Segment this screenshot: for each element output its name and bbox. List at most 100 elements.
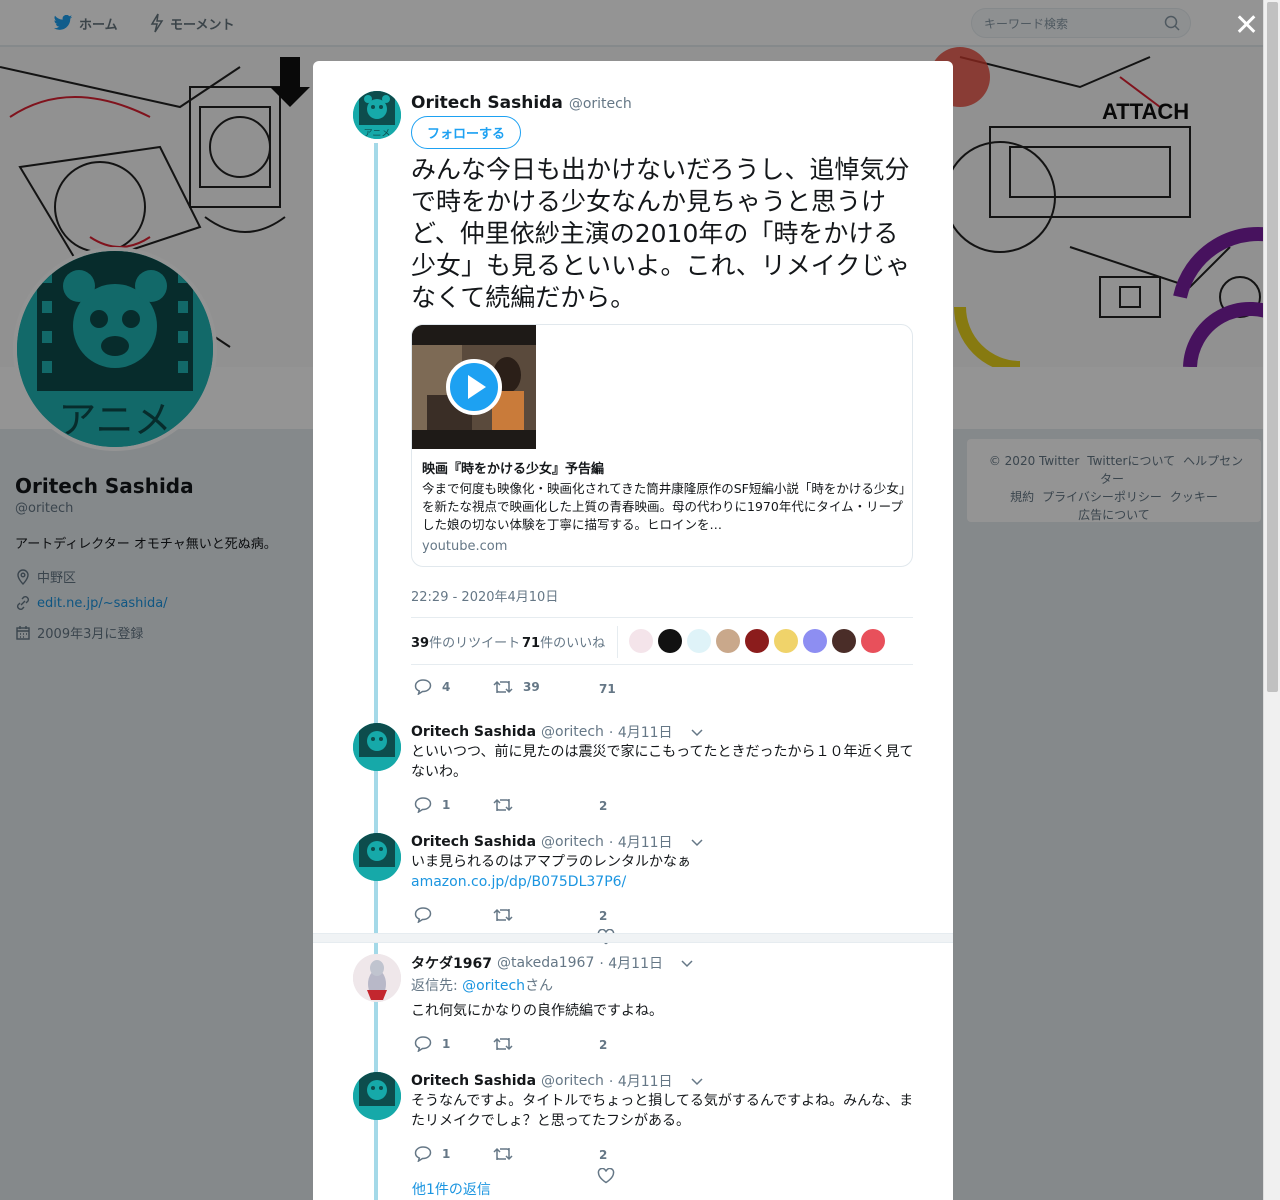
reply-avatar[interactable] xyxy=(353,833,401,881)
close-icon[interactable]: ✕ xyxy=(1234,11,1259,41)
card-description: 今まで何度も映像化・映画化されてきた筒井康隆原作のSF短編小説「時をかける少女」… xyxy=(422,481,906,532)
reply-to-line: 返信先: @oritechさん xyxy=(411,976,916,996)
retweet-button[interactable] xyxy=(493,1146,523,1162)
tweet-timestamp[interactable]: 22:29 - 2020年4月10日 xyxy=(411,586,558,605)
heart-icon[interactable] xyxy=(597,1168,615,1184)
reply-icon xyxy=(414,1036,432,1052)
reply-to-handle[interactable]: @oritech xyxy=(462,978,525,994)
reply-date[interactable]: · 4月11日 xyxy=(609,722,673,742)
liker-avatar[interactable] xyxy=(803,629,827,653)
reply-header: Oritech Sashida @oritech · 4月11日 xyxy=(411,832,704,852)
tweet-author-name[interactable]: Oritech Sashida xyxy=(411,93,563,113)
reply-icon xyxy=(414,679,432,695)
more-replies-link[interactable]: 他1件の返信 xyxy=(412,1179,491,1199)
retweet-icon xyxy=(493,680,513,694)
liker-avatar[interactable] xyxy=(629,629,653,653)
retweet-button[interactable] xyxy=(493,907,523,923)
like-button[interactable]: 2 xyxy=(599,909,607,923)
liker-avatar[interactable] xyxy=(687,629,711,653)
reply-avatar[interactable] xyxy=(353,723,401,771)
liker-avatar[interactable] xyxy=(716,629,740,653)
card-title: 映画『時をかける少女』予告編 xyxy=(422,462,605,477)
chevron-down-icon[interactable] xyxy=(690,837,704,847)
reply-count: 1 xyxy=(442,1037,451,1051)
reply-icon xyxy=(414,1146,432,1162)
reply-button[interactable]: 1 xyxy=(414,1146,450,1162)
stats-divider xyxy=(617,626,618,658)
like-count: 2 xyxy=(599,1038,608,1052)
like-button[interactable]: 2 xyxy=(599,799,607,813)
reply-date[interactable]: · 4月11日 xyxy=(609,1071,673,1091)
retweet-icon xyxy=(493,798,513,812)
reply-author-name[interactable]: Oritech Sashida xyxy=(411,834,536,850)
bear-avatar-icon xyxy=(353,833,401,881)
tweet-text: みんな今日も出かけないだろうし、追悼気分で時をかける少女なんか見ちゃうと思うけど… xyxy=(411,155,911,312)
reply-author-name[interactable]: Oritech Sashida xyxy=(411,1073,536,1089)
reply-link[interactable]: amazon.co.jp/dp/B075DL37P6/ xyxy=(411,874,626,890)
card-url: youtube.com xyxy=(422,539,508,554)
reply-count: 1 xyxy=(442,1147,451,1161)
bear-avatar-icon: アニメ xyxy=(353,91,401,139)
like-stat[interactable]: 71件のいいね xyxy=(522,632,605,651)
reply-button[interactable]: 1 xyxy=(414,797,450,813)
page-scrollbar[interactable] xyxy=(1263,0,1280,1200)
reply-text: いま見られるのはアマプラのレンタルかなぁ amazon.co.jp/dp/B07… xyxy=(411,852,916,892)
liker-avatar[interactable] xyxy=(658,629,682,653)
play-icon[interactable] xyxy=(445,358,503,416)
retweet-button[interactable] xyxy=(493,797,523,813)
like-button[interactable]: 71 xyxy=(599,682,616,696)
tweet-author-avatar[interactable]: アニメ xyxy=(353,91,401,139)
reply-date[interactable]: · 4月11日 xyxy=(609,832,673,852)
video-thumbnail[interactable] xyxy=(412,325,536,449)
reply-author-handle[interactable]: @oritech xyxy=(541,834,604,850)
scrollbar-thumb[interactable] xyxy=(1267,2,1278,692)
liker-avatar[interactable] xyxy=(861,629,885,653)
reply-avatar[interactable] xyxy=(353,954,401,1002)
tweet-modal: アニメ Oritech Sashida @oritech フォローする みんな今… xyxy=(313,61,953,1200)
like-count: 2 xyxy=(599,1148,608,1162)
chevron-down-icon[interactable] xyxy=(690,727,704,737)
reply-author-name[interactable]: Oritech Sashida xyxy=(411,724,536,740)
retweet-stat[interactable]: 39件のリツイート xyxy=(411,632,520,651)
reply-header: Oritech Sashida @oritech · 4月11日 xyxy=(411,722,704,742)
link-card[interactable]: 映画『時をかける少女』予告編 今まで何度も映像化・映画化されてきた筒井康隆原作の… xyxy=(411,324,913,567)
reply-to-suffix: さん xyxy=(525,978,554,994)
reply-button[interactable]: 1 xyxy=(414,1036,450,1052)
reply-button[interactable]: 4 xyxy=(414,679,450,695)
reply-count: 4 xyxy=(442,680,451,694)
figure-avatar-icon xyxy=(353,954,401,1002)
reply-count: 1 xyxy=(442,798,451,812)
follow-button[interactable]: フォローする xyxy=(411,116,521,149)
chevron-down-icon[interactable] xyxy=(680,958,694,968)
reply-text: といいつつ、前に見たのは震災で家にこもってたときだったから１０年近く見てないわ。 xyxy=(411,744,914,780)
liker-avatar[interactable] xyxy=(745,629,769,653)
retweet-icon xyxy=(493,908,513,922)
reply-text: そうなんですよ。タイトルでちょっと損してる気がするんですよね。みんな、またリメイ… xyxy=(411,1093,914,1129)
reply-author-handle[interactable]: @oritech xyxy=(541,724,604,740)
retweet-button[interactable] xyxy=(493,1036,523,1052)
liker-avatar[interactable] xyxy=(774,629,798,653)
reply-header: Oritech Sashida @oritech · 4月11日 xyxy=(411,1071,704,1091)
chevron-down-icon[interactable] xyxy=(690,1076,704,1086)
reply-author-handle[interactable]: @takeda1967 xyxy=(497,955,594,971)
reply-author-handle[interactable]: @oritech xyxy=(541,1073,604,1089)
tweet-stats: 39件のリツイート 71件のいいね xyxy=(411,617,913,665)
like-stat-count: 71 xyxy=(522,636,541,651)
reply-icon xyxy=(414,907,432,923)
retweet-stat-label: 件のリツイート xyxy=(429,636,521,651)
retweet-count: 39 xyxy=(523,680,540,694)
like-stat-label: 件のいいね xyxy=(540,636,606,651)
tweet-author-handle[interactable]: @oritech xyxy=(569,96,632,112)
retweet-button[interactable]: 39 xyxy=(493,679,540,695)
like-count: 2 xyxy=(599,909,608,923)
reply-avatar[interactable] xyxy=(353,1072,401,1120)
like-button[interactable]: 2 xyxy=(599,1148,607,1162)
reply-date[interactable]: · 4月11日 xyxy=(599,953,663,973)
reply-button[interactable] xyxy=(414,907,442,923)
bear-avatar-icon xyxy=(353,1072,401,1120)
reply-author-name[interactable]: タケダ1967 xyxy=(411,953,492,973)
like-button[interactable]: 2 xyxy=(599,1038,607,1052)
retweet-stat-count: 39 xyxy=(411,636,430,651)
retweet-icon xyxy=(493,1147,513,1161)
liker-avatar[interactable] xyxy=(832,629,856,653)
